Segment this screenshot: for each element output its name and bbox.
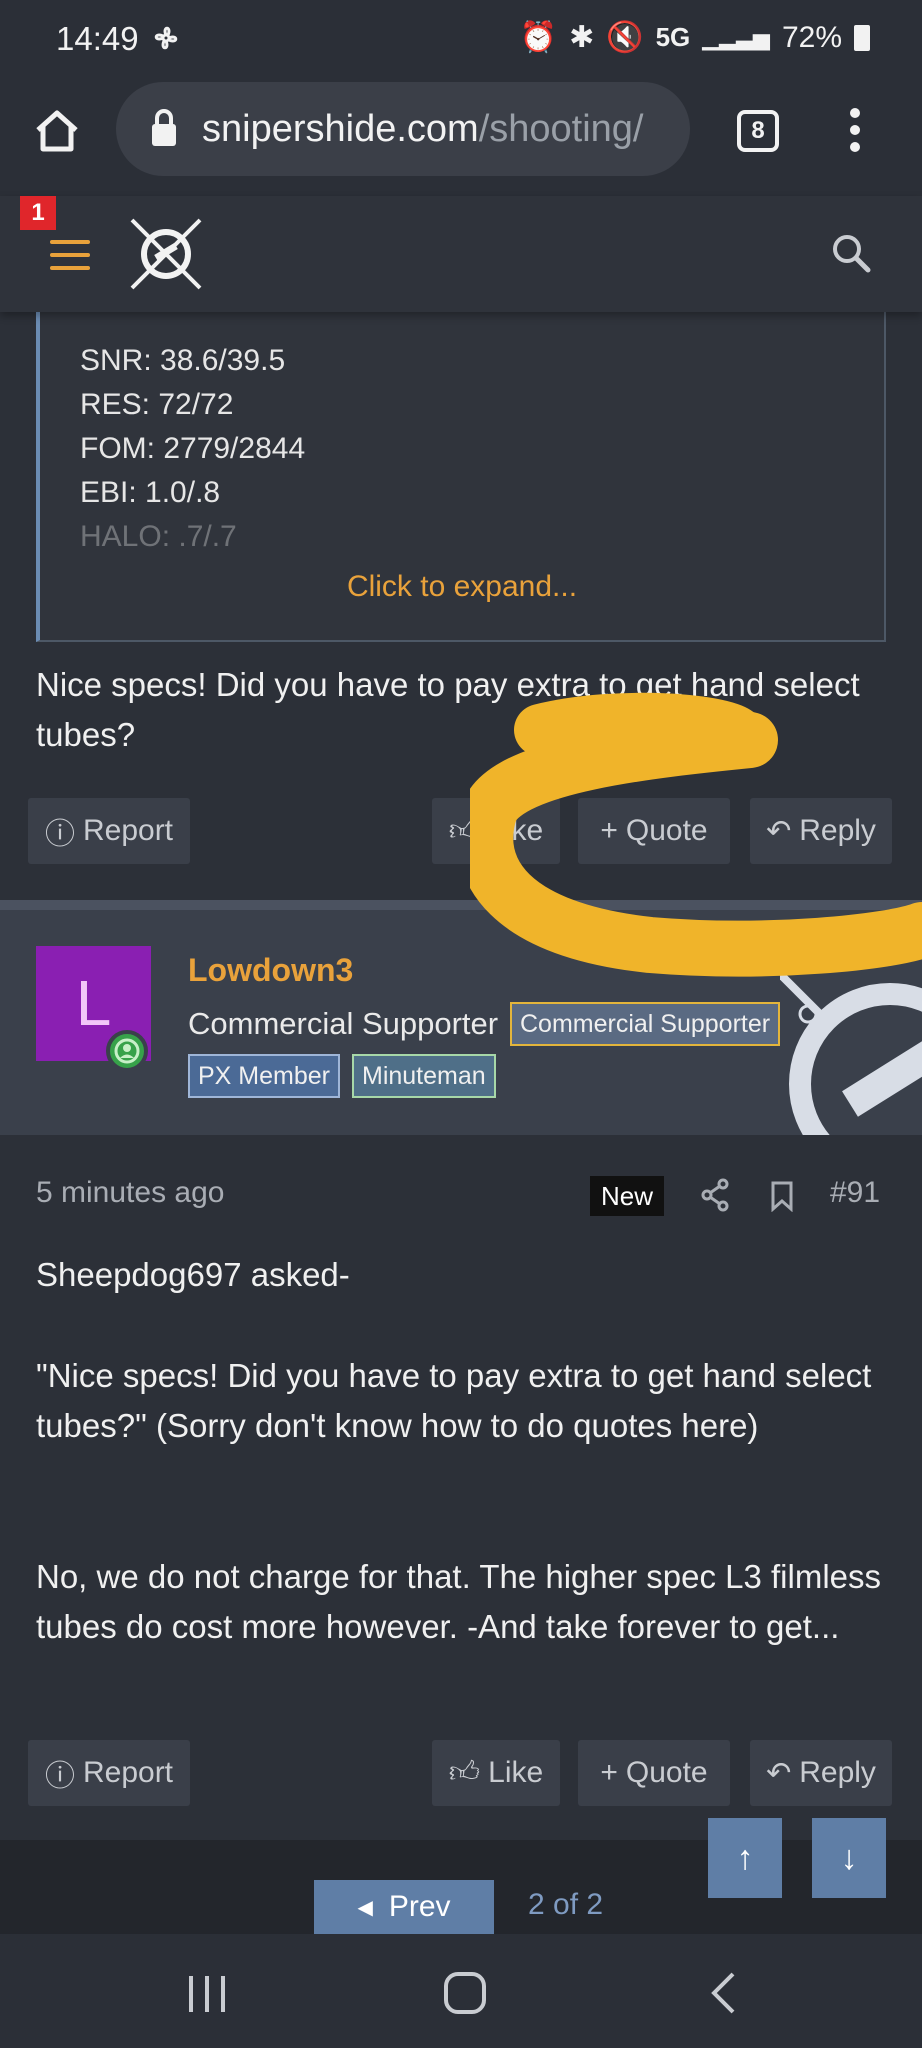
site-header: 1 <box>0 196 922 312</box>
tab-switcher-button[interactable]: 8 <box>737 110 779 152</box>
reply-label: Reply <box>799 814 876 847</box>
online-status-icon <box>106 1030 148 1072</box>
url-path: /shooting/ <box>478 108 644 150</box>
quote-line: HALO: .7/.7 <box>80 520 237 553</box>
status-right: ⏰ ✱ 🔇 5G ▁▂▃▅ 72% <box>520 20 870 55</box>
post-timestamp[interactable]: 5 minutes ago <box>36 1176 224 1210</box>
url-text[interactable]: snipershide.com/shooting/ <box>202 108 672 151</box>
scroll-down-icon[interactable]: ↓ <box>812 1818 886 1898</box>
status-time: 14:49 <box>56 20 139 57</box>
banner-px-member: PX Member <box>188 1054 340 1098</box>
quote-label: Quote <box>625 814 708 847</box>
browser-toolbar: snipershide.com/shooting/ 8 <box>0 78 922 196</box>
lock-icon <box>150 108 178 153</box>
share-icon[interactable] <box>700 1178 730 1217</box>
page-indicator[interactable]: 2 of 2 <box>528 1888 603 1922</box>
reply-label: Reply <box>799 1756 876 1789</box>
report-button[interactable]: ⓘ Report <box>28 798 190 864</box>
quote-button[interactable]: + Quote <box>578 1740 730 1806</box>
post-divider <box>0 900 922 910</box>
user-title: Commercial Supporter <box>188 1006 499 1041</box>
post-paragraph: "Nice specs! Did you have to pay extra t… <box>36 1357 872 1444</box>
post-paragraph: No, we do not charge for that. The highe… <box>36 1558 882 1645</box>
site-logo[interactable] <box>126 214 206 299</box>
post-body: Nice specs! Did you have to pay extra to… <box>36 666 860 753</box>
reply-arrow-icon: ↶ <box>766 1756 792 1790</box>
like-button[interactable]: 👍︎ Like <box>432 798 560 864</box>
home-icon[interactable] <box>34 108 80 159</box>
like-label: Like <box>488 1756 544 1789</box>
quote-button[interactable]: + Quote <box>578 798 730 864</box>
scroll-up-icon[interactable]: ↑ <box>708 1818 782 1898</box>
search-icon[interactable] <box>830 232 872 279</box>
like-label: Like <box>488 814 544 847</box>
back-nav-icon[interactable] <box>708 1970 738 2021</box>
bookmark-icon[interactable] <box>770 1180 794 1217</box>
report-label: Report <box>82 814 174 847</box>
warning-icon: ⓘ <box>44 1760 75 1793</box>
new-badge: New <box>590 1176 664 1216</box>
like-button[interactable]: 👍︎ Like <box>432 1740 560 1806</box>
battery-icon <box>854 24 870 51</box>
thumbs-up-icon: 👍︎ <box>448 814 481 847</box>
more-menu-icon[interactable] <box>848 106 862 159</box>
reply-arrow-icon: ↶ <box>766 814 792 848</box>
banner-commercial-supporter: Commercial Supporter <box>510 1002 781 1046</box>
url-domain: snipershide.com <box>202 108 479 150</box>
alarm-icon: ⏰ <box>519 21 558 54</box>
bluetooth-icon: ✱ <box>569 21 595 54</box>
status-bar: 14:49 ⏰ ✱ 🔇 5G ▁▂▃▅ 72% <box>0 0 922 78</box>
reply-button[interactable]: ↶ Reply <box>750 1740 892 1806</box>
quote-line: SNR: 38.6/39.5 <box>80 344 286 377</box>
report-button[interactable]: ⓘ Report <box>28 1740 190 1806</box>
hamburger-menu-icon[interactable] <box>50 240 90 270</box>
recent-apps-icon[interactable] <box>186 1974 228 2019</box>
fan-icon <box>150 22 182 59</box>
quote-label: Quote <box>625 1756 708 1789</box>
quote-line: EBI: 1.0/.8 <box>80 476 221 509</box>
plus-icon: + <box>600 814 618 847</box>
user-info-block: L Lowdown3 Commercial Supporter Commerci… <box>0 910 922 1135</box>
post-number[interactable]: #91 <box>830 1176 880 1210</box>
quote-line: FOM: 2779/2844 <box>80 432 306 465</box>
banner-minuteman: Minuteman <box>352 1054 496 1098</box>
mute-icon: 🔇 <box>606 21 644 54</box>
quote-line: RES: 72/72 <box>80 388 234 421</box>
notification-badge[interactable]: 1 <box>20 196 56 230</box>
thumbs-up-icon: 👍︎ <box>448 1756 481 1789</box>
post-paragraph: Sheepdog697 asked- <box>36 1256 350 1293</box>
system-nav-bar <box>0 1934 922 2048</box>
network-label: 5G <box>655 22 691 52</box>
username[interactable]: Lowdown3 <box>188 952 353 989</box>
battery-label: 72% <box>781 20 842 54</box>
plus-icon: + <box>600 1756 618 1789</box>
chevron-left-icon: ◀ <box>357 1896 373 1919</box>
prev-label: Prev <box>388 1890 451 1923</box>
quoted-content: SNR: 38.6/39.5 RES: 72/72 FOM: 2779/2844… <box>36 312 886 642</box>
report-label: Report <box>82 1756 174 1789</box>
click-to-expand-link[interactable]: Click to expand... <box>40 570 884 604</box>
prev-page-button[interactable]: ◀ Prev <box>314 1880 494 1934</box>
warning-icon: ⓘ <box>44 818 75 851</box>
home-nav-icon[interactable] <box>442 1970 488 2021</box>
reply-button[interactable]: ↶ Reply <box>750 798 892 864</box>
watermark-logo <box>777 971 922 1135</box>
signal-icon: ▁▂▃▅ <box>702 24 770 50</box>
